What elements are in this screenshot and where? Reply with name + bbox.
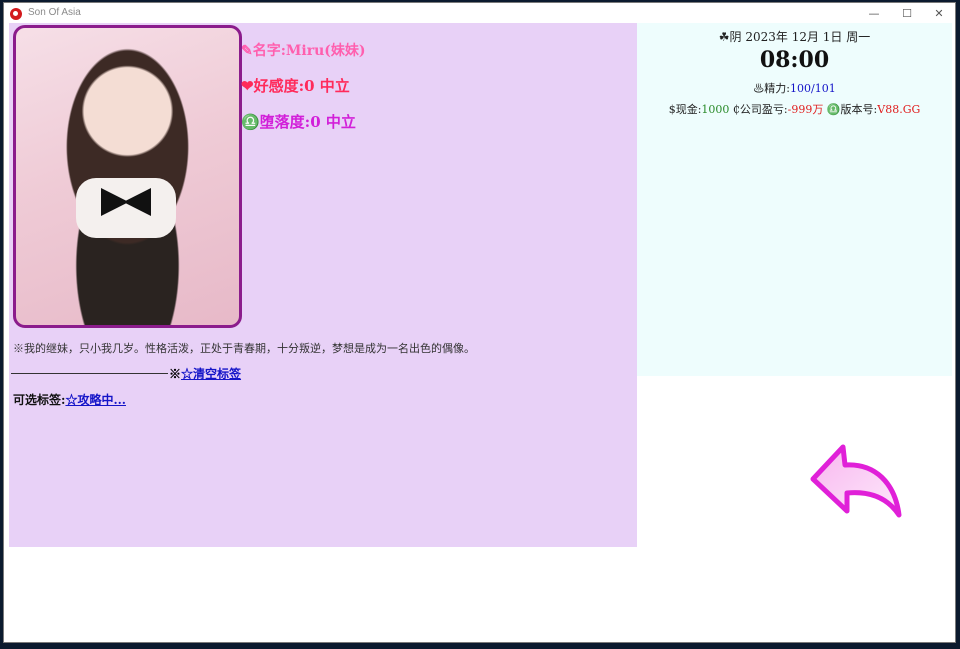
- clear-tags-link[interactable]: ☆清空标签: [181, 367, 241, 381]
- divider: [11, 373, 168, 374]
- debt-value: -999万: [787, 103, 824, 116]
- affection-stat: ❤好感度:0 中立: [241, 77, 350, 95]
- clock-time: 08:00: [759, 47, 830, 73]
- version-value: V88.GG: [877, 103, 921, 116]
- title-bar[interactable]: Son Of Asia — ☐ ✕: [4, 3, 955, 25]
- available-tags-row: 可选标签:☆攻略中...: [13, 391, 126, 408]
- window-title: Son Of Asia: [28, 7, 81, 18]
- clear-tags-row: ※☆清空标签: [169, 365, 241, 382]
- cash-label: $现金:: [668, 103, 702, 116]
- character-description: ※我的继妹，只小我几岁。性格活泼，正处于青春期，十分叛逆，梦想是成为一名出色的偶…: [13, 342, 475, 355]
- debt-label: ₵公司盈亏:: [732, 103, 788, 116]
- character-panel: ✎名字:Miru(妹妹) ❤好感度:0 中立 ♎堕落度:0 中立 ※我的继妹，只…: [9, 23, 637, 547]
- energy-value: 100/101: [790, 82, 836, 95]
- finance-stats: $现金:1000 ₵公司盈亏:-999万 ♎版本号:V88.GG: [637, 101, 952, 117]
- tags-label: 可选标签:: [13, 393, 66, 407]
- portrait-collar: [76, 178, 176, 238]
- energy-stat: ♨精力:100/101: [637, 80, 952, 96]
- back-button[interactable]: [807, 441, 903, 521]
- version-label: ♎版本号:: [826, 103, 878, 116]
- tag-link-in-progress[interactable]: ☆攻略中...: [65, 393, 126, 407]
- date-weather: ☘阴 2023年 12月 1日 周一: [718, 30, 871, 44]
- app-logo-icon: [10, 8, 22, 20]
- character-name: ✎名字:Miru(妹妹): [241, 43, 366, 59]
- corruption-stat: ♎堕落度:0 中立: [241, 113, 356, 131]
- character-portrait: [13, 25, 242, 328]
- energy-label: ♨精力:: [753, 82, 790, 95]
- back-arrow-icon: [810, 444, 902, 518]
- cash-value: 1000: [701, 103, 730, 116]
- maximize-button[interactable]: ☐: [890, 3, 924, 25]
- clear-tags-prefix: ※: [169, 367, 182, 381]
- status-panel: ☘阴 2023年 12月 1日 周一 08:00 ♨精力:100/101 $现金…: [637, 23, 952, 376]
- minimize-button[interactable]: —: [857, 3, 891, 25]
- close-button[interactable]: ✕: [922, 3, 956, 25]
